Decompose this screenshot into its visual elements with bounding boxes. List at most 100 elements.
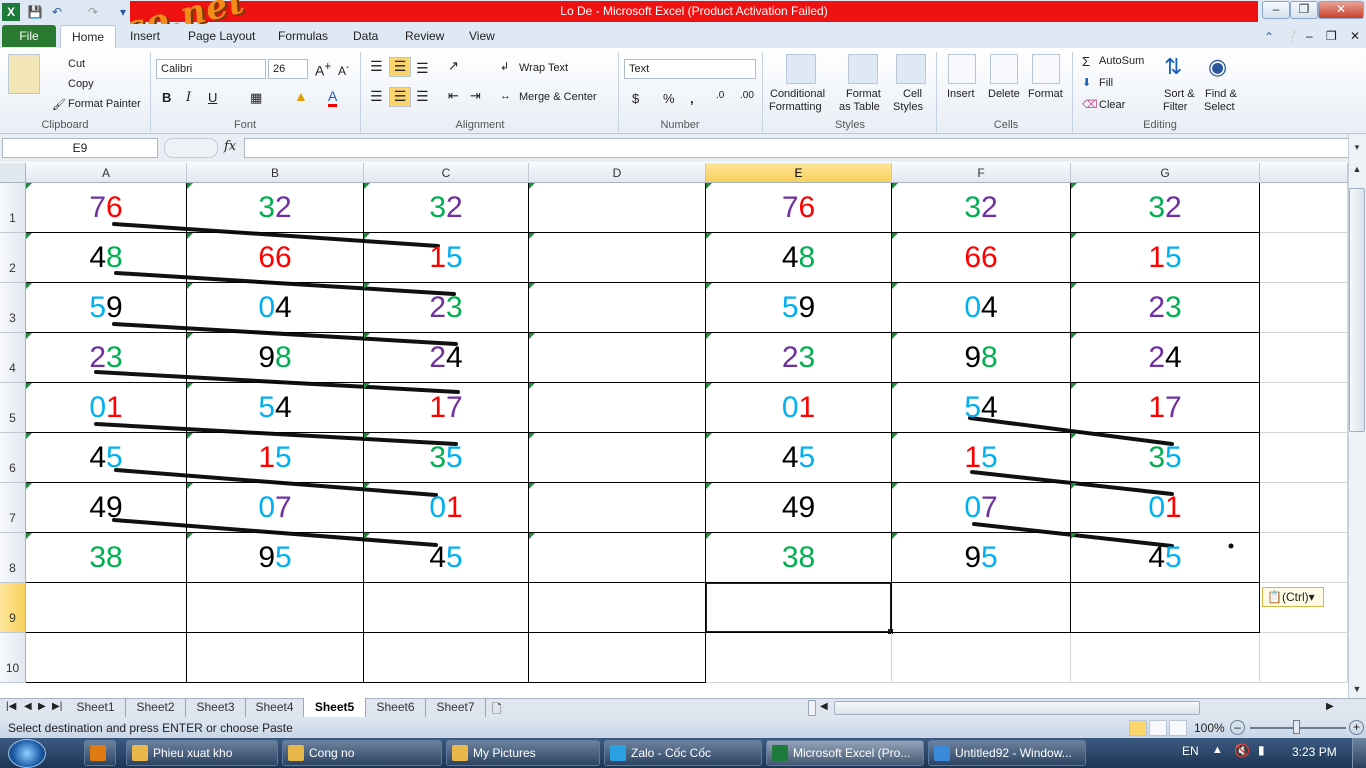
zoom-out-icon[interactable]: – — [1230, 720, 1245, 735]
zoom-slider-thumb[interactable] — [1293, 720, 1300, 734]
cell-styles-icon[interactable] — [896, 54, 926, 84]
row-header-3[interactable]: 3 — [0, 283, 26, 333]
last-sheet-icon[interactable]: ▶| — [52, 701, 62, 712]
cell-b2[interactable]: 66 — [187, 233, 364, 283]
network-icon[interactable]: ▮ — [1258, 743, 1265, 757]
save-icon[interactable]: 💾 — [26, 3, 44, 21]
restore-icon[interactable]: ❐ — [1290, 1, 1318, 19]
empty-cell[interactable] — [1071, 633, 1260, 683]
cell-g9[interactable] — [1071, 583, 1260, 633]
cell-b8[interactable]: 95 — [187, 533, 364, 583]
page-layout-view-icon[interactable] — [1149, 720, 1167, 736]
cell-d3[interactable] — [529, 283, 706, 333]
cell-b9[interactable] — [187, 583, 364, 633]
percent-icon[interactable]: % — [663, 91, 675, 106]
decrease-indent-icon[interactable]: ⇤ — [448, 88, 459, 104]
cell-b5[interactable]: 54 — [187, 383, 364, 433]
sort-filter-label-2[interactable]: Filter — [1163, 101, 1187, 113]
tab-split-handle[interactable] — [808, 700, 816, 716]
format-button[interactable]: Format — [1028, 88, 1063, 100]
orientation-icon[interactable]: ↗ — [448, 58, 459, 74]
name-box[interactable]: E9 — [2, 138, 158, 158]
empty-cell[interactable] — [892, 633, 1071, 683]
grow-font-icon[interactable]: A+ — [315, 60, 331, 79]
paste-icon[interactable] — [8, 54, 40, 94]
taskbar-item-2[interactable]: Cong no — [282, 740, 442, 766]
sheet-tab-sheet3[interactable]: Sheet3 — [186, 698, 246, 717]
merge-center-button[interactable]: Merge & Center — [519, 91, 597, 103]
column-header-d[interactable]: D — [529, 163, 706, 183]
align-top-icon[interactable]: ☰ — [370, 58, 383, 75]
find-select-label-2[interactable]: Select — [1204, 101, 1235, 113]
cell-c10[interactable] — [364, 633, 529, 683]
cell-g7[interactable]: 01 — [1071, 483, 1260, 533]
format-painter-button[interactable]: Format Painter — [68, 98, 141, 110]
cell-a9[interactable] — [26, 583, 187, 633]
format-as-table-label-2[interactable]: as Table — [839, 101, 880, 113]
format-as-table-label-1[interactable]: Format — [846, 88, 881, 100]
cell-f9[interactable] — [892, 583, 1071, 633]
zoom-in-icon[interactable]: + — [1349, 720, 1364, 735]
cell-c1[interactable]: 32 — [364, 183, 529, 233]
format-painter-icon[interactable]: 🖌 — [52, 98, 66, 111]
insert-button[interactable]: Insert — [947, 88, 975, 100]
cell-b10[interactable] — [187, 633, 364, 683]
page-break-view-icon[interactable] — [1169, 720, 1187, 736]
taskbar-item-1[interactable]: Phieu xuat kho — [126, 740, 278, 766]
cell-styles-label-1[interactable]: Cell — [903, 88, 922, 100]
cell-e1[interactable]: 76 — [706, 183, 892, 233]
taskbar-item-4[interactable]: Zalo - Cốc Cốc — [604, 740, 762, 766]
tab-home[interactable]: Home — [60, 25, 116, 49]
number-format-select[interactable]: Text — [624, 59, 756, 79]
undo-icon[interactable]: ↶ — [48, 3, 66, 21]
select-all-corner[interactable] — [0, 163, 26, 183]
next-sheet-icon[interactable]: ▶ — [38, 701, 46, 712]
cell-b4[interactable]: 98 — [187, 333, 364, 383]
start-button-icon[interactable] — [8, 739, 46, 768]
format-cells-icon[interactable] — [1032, 54, 1060, 84]
borders-icon[interactable]: ▦ — [250, 90, 262, 106]
cell-b6[interactable]: 15 — [187, 433, 364, 483]
cell-b7[interactable]: 07 — [187, 483, 364, 533]
tab-formulas[interactable]: Formulas — [278, 27, 328, 47]
empty-cell[interactable] — [1260, 633, 1348, 683]
empty-cell[interactable] — [1260, 483, 1348, 533]
align-bottom-icon[interactable]: ☰ — [416, 60, 429, 77]
cell-a5[interactable]: 01 — [26, 383, 187, 433]
cell-e9[interactable] — [706, 583, 892, 633]
cell-e4[interactable]: 23 — [706, 333, 892, 383]
sheet-tab-sheet5[interactable]: Sheet5 — [304, 698, 366, 717]
comma-style-icon[interactable]: , — [690, 91, 694, 106]
cell-f4[interactable]: 98 — [892, 333, 1071, 383]
row-header-8[interactable]: 8 — [0, 533, 26, 583]
cell-g2[interactable]: 15 — [1071, 233, 1260, 283]
cell-f6[interactable]: 15 — [892, 433, 1071, 483]
format-as-table-icon[interactable] — [848, 54, 878, 84]
cell-g8[interactable]: 45 — [1071, 533, 1260, 583]
cell-e7[interactable]: 49 — [706, 483, 892, 533]
cell-e2[interactable]: 48 — [706, 233, 892, 283]
cell-d5[interactable] — [529, 383, 706, 433]
zoom-level[interactable]: 100% — [1194, 718, 1225, 738]
cell-c9[interactable] — [364, 583, 529, 633]
clear-icon[interactable]: ⌫ — [1082, 98, 1098, 111]
cell-a1[interactable]: 76 — [26, 183, 187, 233]
cell-e3[interactable]: 59 — [706, 283, 892, 333]
cell-a4[interactable]: 23 — [26, 333, 187, 383]
column-header-f[interactable]: F — [892, 163, 1071, 183]
tab-view[interactable]: View — [469, 27, 495, 47]
delete-button[interactable]: Delete — [988, 88, 1020, 100]
cell-e5[interactable]: 01 — [706, 383, 892, 433]
empty-cell[interactable] — [1260, 583, 1348, 633]
formula-input[interactable] — [244, 138, 1350, 158]
sheet-tab-sheet6[interactable]: Sheet6 — [366, 698, 426, 717]
align-left-icon[interactable]: ☰ — [370, 88, 383, 105]
cell-d10[interactable] — [529, 633, 706, 683]
conditional-formatting-label-1[interactable]: Conditional — [770, 88, 825, 100]
cell-f8[interactable]: 95 — [892, 533, 1071, 583]
doc-close-icon[interactable]: ✕ — [1350, 27, 1360, 47]
wrap-text-icon[interactable]: ↲ — [500, 60, 509, 73]
wrap-text-button[interactable]: Wrap Text — [519, 62, 568, 74]
cell-d6[interactable] — [529, 433, 706, 483]
column-header-e[interactable]: E — [706, 163, 892, 183]
